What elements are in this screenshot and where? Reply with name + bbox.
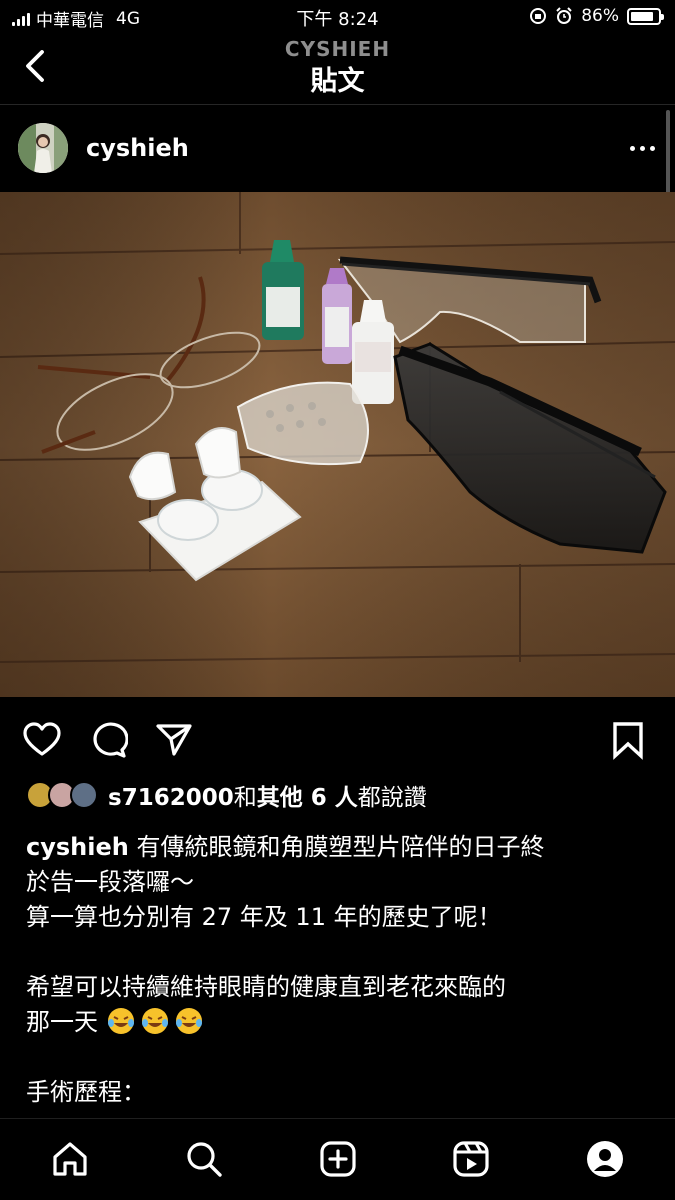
post-header: cyshieh <box>0 110 675 190</box>
header-account: CYSHIEH <box>284 37 391 61</box>
profile-icon[interactable] <box>585 1139 625 1179</box>
likes-suffix: 都說讚 <box>357 785 427 811</box>
header-divider <box>0 104 675 105</box>
post-username[interactable]: cyshieh <box>86 134 189 162</box>
caption-line: 於告一段落囉～ <box>26 868 194 896</box>
caption-line: 手術歷程： <box>26 1078 146 1106</box>
caption-line: 那一天 <box>26 1008 98 1036</box>
alarm-icon <box>556 7 572 24</box>
more-dot <box>650 146 655 151</box>
avatar[interactable] <box>18 123 68 173</box>
search-icon[interactable] <box>184 1139 224 1179</box>
caption-line: 算一算也分別有 27 年及 11 年的歷史了呢！ <box>26 903 502 931</box>
post-image[interactable] <box>0 192 675 697</box>
comment-button[interactable] <box>88 720 128 760</box>
nav-header: CYSHIEH 貼文 <box>0 34 675 104</box>
status-bar: 中華電信 4G 下午 8:24 86% <box>0 0 675 34</box>
likes-joiner: 和 <box>233 785 257 811</box>
caption-username[interactable]: cyshieh <box>26 833 129 861</box>
post-actions <box>0 712 675 766</box>
liker-avatar <box>70 781 98 809</box>
post-caption: cyshieh 有傳統眼鏡和角膜塑型片陪伴的日子終 於告一段落囉～ 算一算也分別… <box>26 830 656 1110</box>
save-button[interactable] <box>608 720 648 760</box>
page-title: 貼文 <box>310 66 365 97</box>
caption-line: 有傳統眼鏡和角膜塑型片陪伴的日子終 <box>128 833 545 861</box>
status-right: 86% <box>529 6 664 26</box>
likes-others[interactable]: 其他 6 人 <box>257 785 358 811</box>
battery-icon <box>627 7 664 25</box>
more-dot <box>630 146 635 151</box>
share-button[interactable] <box>154 720 194 760</box>
liker-avatars[interactable] <box>26 781 98 809</box>
battery-label: 86% <box>581 6 619 26</box>
orientation-lock-icon <box>530 8 547 24</box>
liker-name[interactable]: s7162000 <box>108 785 234 811</box>
reels-icon[interactable] <box>451 1139 491 1179</box>
laughing-emoji-icon <box>107 1008 134 1034</box>
create-post-icon[interactable] <box>318 1139 358 1179</box>
tab-bar <box>0 1118 675 1200</box>
more-button[interactable] <box>630 146 655 151</box>
home-icon[interactable] <box>50 1139 90 1179</box>
caption-line: 希望可以持續維持眼睛的健康直到老花來臨的 <box>26 973 506 1001</box>
laughing-emoji-icon <box>141 1008 168 1034</box>
like-button[interactable] <box>22 720 62 760</box>
laughing-emoji-icon <box>175 1008 202 1034</box>
likes-row[interactable]: s7162000和其他 6 人都說讚 <box>26 778 427 812</box>
likes-text: s7162000和其他 6 人都說讚 <box>108 778 427 812</box>
more-dot <box>640 146 645 151</box>
